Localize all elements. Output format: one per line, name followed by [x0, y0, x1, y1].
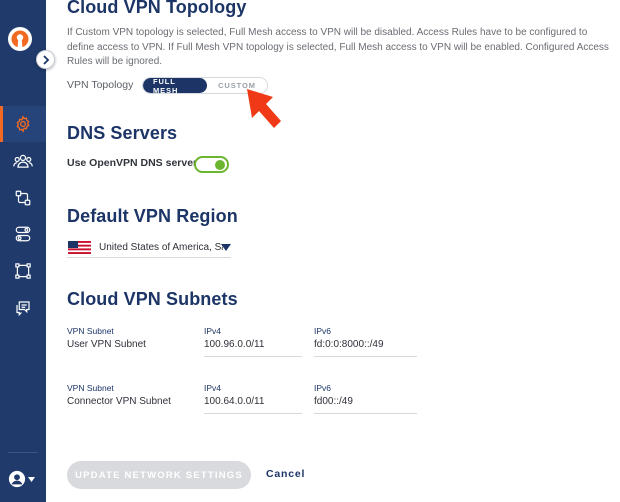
- nav-item-networks[interactable]: [0, 180, 46, 216]
- subnets-title: Cloud VPN Subnets: [67, 289, 238, 309]
- nav-item-hub[interactable]: [0, 253, 46, 289]
- app-window: Cloud VPN Topology If Custom VPN topolog…: [0, 0, 620, 502]
- dns-title: DNS Servers: [67, 123, 178, 143]
- subnet-type-label: VPN Subnet: [67, 326, 114, 336]
- user-ipv6-field[interactable]: fd:0:0:8000::/49: [314, 336, 417, 357]
- toggle-knob: [215, 160, 225, 170]
- chevron-right-icon: [42, 54, 49, 65]
- ipv4-label: IPv4: [204, 326, 222, 336]
- topology-description: If Custom VPN topology is selected, Full…: [67, 27, 609, 68]
- ipv4-label: IPv4: [204, 383, 222, 393]
- cancel-button[interactable]: Cancel: [266, 468, 305, 480]
- openvpn-logo[interactable]: [5, 24, 35, 54]
- region-title: Default VPN Region: [67, 206, 238, 226]
- nav-item-users[interactable]: [0, 143, 46, 179]
- user-ipv4-field[interactable]: 100.96.0.0/11: [204, 336, 302, 357]
- vpn-topology-label: VPN Topology: [67, 79, 134, 91]
- region-select[interactable]: United States of America, San Jose: [67, 238, 231, 258]
- topology-title: Cloud VPN Topology: [67, 0, 247, 17]
- full-mesh-option[interactable]: FULL MESH: [143, 78, 207, 93]
- update-network-settings-button[interactable]: UPDATE NETWORK SETTINGS: [67, 461, 251, 489]
- gear-icon: [16, 115, 30, 133]
- chat-icon: [16, 301, 30, 317]
- region-value: United States of America, San Jose: [99, 242, 223, 253]
- subnet-name: Connector VPN Subnet: [67, 396, 171, 407]
- sidebar-divider: [8, 452, 38, 453]
- sidebar: [0, 0, 46, 502]
- nav-item-controls[interactable]: [0, 216, 46, 252]
- connector-ipv4-field[interactable]: 100.64.0.0/11: [204, 393, 302, 414]
- settings-toggle-icon: [15, 226, 31, 242]
- main-content: Cloud VPN Topology If Custom VPN topolog…: [46, 0, 620, 502]
- chevron-down-icon: [28, 476, 35, 482]
- subnet-name: User VPN Subnet: [67, 339, 146, 350]
- us-flag-icon: [68, 241, 91, 254]
- dns-toggle[interactable]: [194, 156, 229, 173]
- ipv6-label: IPv6: [314, 326, 332, 336]
- chevron-down-icon: [221, 244, 231, 251]
- dns-toggle-label: Use OpenVPN DNS server: [67, 157, 198, 169]
- users-icon: [13, 154, 33, 168]
- sidebar-expand-button[interactable]: [36, 50, 55, 69]
- account-menu[interactable]: [8, 468, 42, 490]
- subnet-type-label: VPN Subnet: [67, 383, 114, 393]
- pointer-arrow-icon: [247, 89, 281, 128]
- ipv6-label: IPv6: [314, 383, 332, 393]
- hub-icon: [15, 263, 31, 279]
- nav-item-settings[interactable]: [0, 106, 46, 142]
- connector-ipv6-field[interactable]: fd00::/49: [314, 393, 417, 414]
- nav-item-messages[interactable]: [0, 290, 46, 326]
- account-icon: [8, 470, 26, 488]
- network-icon: [15, 190, 31, 206]
